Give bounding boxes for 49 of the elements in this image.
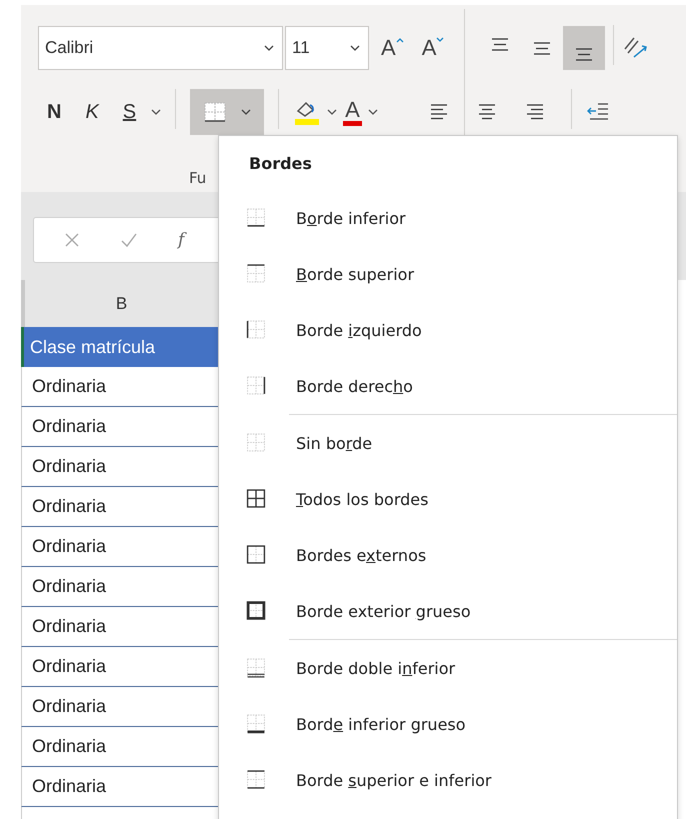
format-button[interactable]: N xyxy=(38,100,70,124)
caret-down-icon xyxy=(436,37,444,43)
shrink-font-button[interactable]: A xyxy=(416,35,450,61)
menu-item[interactable]: Borde exterior grueso xyxy=(219,583,677,639)
chevron-icon xyxy=(350,44,360,52)
border-icon xyxy=(246,545,266,565)
menu-item[interactable]: Todos los bordes xyxy=(219,471,677,527)
menu-item[interactable]: Borde izquierdo xyxy=(219,302,677,358)
grow-font-button[interactable]: A xyxy=(375,35,410,61)
menu-item[interactable]: Borde inferior grueso xyxy=(219,696,677,752)
table-header-cell[interactable]: Clase matrícula xyxy=(21,327,218,367)
menu-item[interactable]: Borde superior xyxy=(219,246,677,302)
chevron-icon xyxy=(264,44,274,52)
format-button[interactable]: K xyxy=(76,100,108,124)
chevron-icon[interactable] xyxy=(368,108,378,116)
menu-item[interactable]: Bordes externos xyxy=(219,527,677,583)
font-name-field[interactable]: Calibri xyxy=(38,26,283,70)
check-icon[interactable] xyxy=(120,232,138,248)
chevron-icon[interactable] xyxy=(327,108,338,116)
menu-item[interactable]: Sin borde xyxy=(219,415,677,471)
border-icon xyxy=(246,489,266,509)
font-color-button[interactable]: A xyxy=(343,98,362,126)
group-label: Fu xyxy=(189,169,206,187)
caret-up-icon xyxy=(396,37,404,43)
border-icon xyxy=(246,658,266,678)
align-icon xyxy=(575,48,594,61)
border-icon xyxy=(246,601,266,621)
border-icon xyxy=(246,320,266,340)
font-size-field[interactable]: 11 xyxy=(285,26,369,70)
menu-item[interactable]: Borde derecho xyxy=(219,358,677,414)
border-icon xyxy=(246,376,266,396)
chevron-icon xyxy=(240,108,251,116)
align-icon xyxy=(491,38,510,51)
border-icon xyxy=(246,433,266,453)
border-icon xyxy=(246,770,266,790)
align-button[interactable] xyxy=(563,26,606,70)
border-icon xyxy=(203,101,228,123)
menu-item[interactable]: Borde superior e inferior xyxy=(219,752,677,808)
border-icon xyxy=(246,714,266,734)
chevron-icon[interactable] xyxy=(151,108,162,116)
border-icon xyxy=(246,208,266,228)
menu-item[interactable]: Borde doble inferior xyxy=(219,640,677,696)
function-label[interactable]: f xyxy=(178,230,184,250)
align-icon xyxy=(533,42,552,54)
menu-item[interactable]: Borde inferior xyxy=(219,190,677,246)
border-icon xyxy=(246,264,266,284)
column-header[interactable]: B xyxy=(21,280,218,327)
format-button[interactable]: S xyxy=(114,100,146,124)
menu-title: Bordes xyxy=(248,154,313,175)
